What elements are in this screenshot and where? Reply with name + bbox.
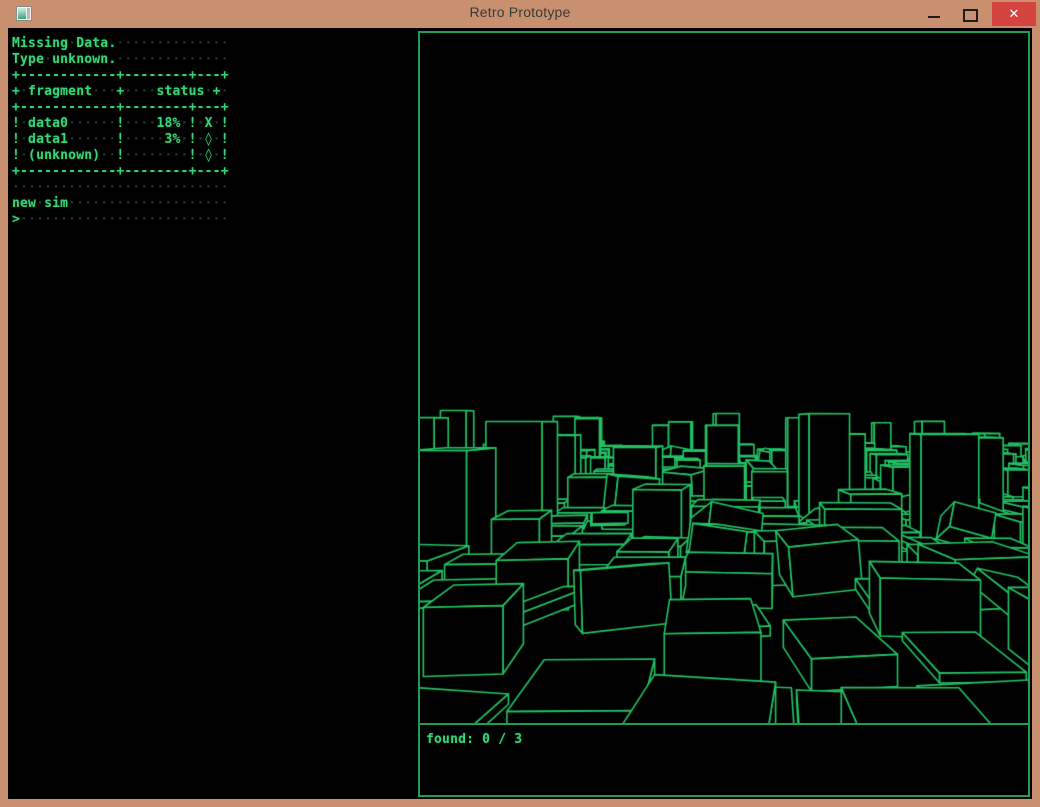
terminal-output: Missing Data. Type unknown. +-----------… (12, 36, 229, 228)
found-box: found: 0 / 3 (420, 723, 1028, 795)
close-button[interactable]: ✕ (992, 2, 1036, 26)
minimize-icon (928, 16, 940, 18)
window-controls: ✕ (916, 0, 1038, 28)
close-icon: ✕ (1009, 7, 1020, 22)
app-window: Retro Prototype ✕ · ·············· · ···… (0, 0, 1040, 807)
found-label: found: 0 / 3 (426, 732, 522, 747)
maximize-button[interactable] (952, 0, 988, 28)
maximize-icon (963, 9, 978, 22)
wireframe-scene-canvas[interactable] (420, 33, 1028, 723)
minimize-button[interactable] (916, 0, 952, 28)
title-bar[interactable]: Retro Prototype ✕ (0, 0, 1040, 28)
window-title: Retro Prototype (0, 4, 1040, 20)
content-area: · ·············· · ·············· · ··· … (8, 28, 1032, 799)
terminal-panel[interactable]: · ·············· · ·············· · ··· … (12, 36, 412, 776)
viewport-frame: found: 0 / 3 (418, 31, 1030, 797)
